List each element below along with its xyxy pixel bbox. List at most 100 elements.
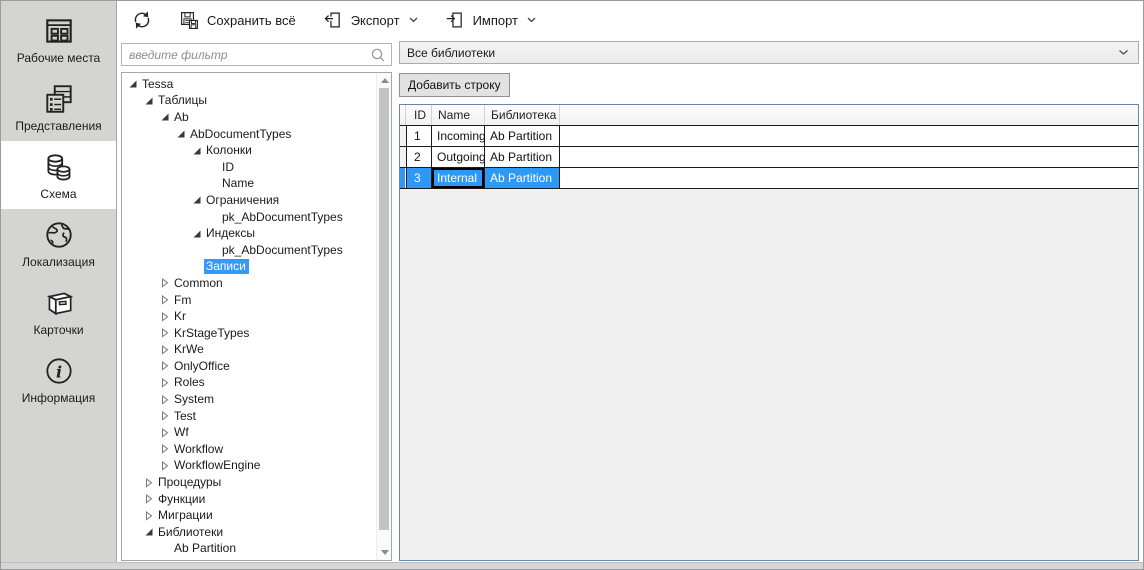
tree-item-krstagetypes[interactable]: KrStageTypes [122, 325, 376, 342]
sidebar-item-label: Карточки [33, 323, 83, 337]
expander-collapsed-icon[interactable] [158, 295, 172, 305]
sidebar-item-label: Рабочие места [17, 51, 100, 65]
expander-expanded-icon[interactable] [142, 527, 156, 537]
tree-item-name[interactable]: Name [122, 176, 376, 193]
tree-item-id[interactable]: ID [122, 159, 376, 176]
expander-collapsed-icon[interactable] [158, 395, 172, 405]
column-header-library[interactable]: Библиотека [485, 105, 560, 125]
expander-collapsed-icon[interactable] [158, 328, 172, 338]
refresh-button[interactable] [125, 5, 159, 35]
tree-scrollbar[interactable] [376, 73, 391, 560]
export-icon [322, 9, 344, 31]
tree-item-ограничения[interactable]: Ограничения [122, 192, 376, 209]
column-header-id[interactable]: ID [406, 105, 432, 125]
expander-collapsed-icon[interactable] [142, 494, 156, 504]
expander-expanded-icon[interactable] [190, 229, 204, 239]
toolbar-button-label: Экспорт [351, 13, 400, 28]
tree-item-system[interactable]: System [122, 391, 376, 408]
tree-item-ab-partition[interactable]: Ab Partition [122, 541, 376, 558]
tree-item-pk-abdocumenttypes[interactable]: pk_AbDocumentTypes [122, 209, 376, 226]
expander-expanded-icon[interactable] [174, 129, 188, 139]
cell-id[interactable]: 3 [406, 168, 432, 188]
expander-collapsed-icon[interactable] [158, 361, 172, 371]
library-filter-combobox[interactable]: Все библиотеки [399, 41, 1139, 64]
expander-collapsed-icon[interactable] [158, 411, 172, 421]
expander-expanded-icon[interactable] [158, 112, 172, 122]
import-button[interactable]: Импорт [438, 5, 542, 35]
tree-item-label: Процедуры [156, 475, 224, 490]
sidebar-item-локализация[interactable]: Локализация [1, 209, 116, 277]
tree-item-abdocumenttypes[interactable]: AbDocumentTypes [122, 126, 376, 143]
expander-expanded-icon[interactable] [142, 96, 156, 106]
datagrid-empty-area [400, 189, 1138, 560]
expander-collapsed-icon[interactable] [158, 461, 172, 471]
add-row-button[interactable]: Добавить строку [399, 73, 510, 97]
tree-item-записи[interactable]: Записи [122, 259, 376, 276]
tree-item-label: Функции [156, 492, 208, 507]
cell-name[interactable]: Outgoing [432, 147, 485, 167]
sidebar-item-рабочие-места[interactable]: Рабочие места [1, 5, 116, 73]
cell-id[interactable]: 1 [406, 126, 432, 146]
sidebar-item-представления[interactable]: Представления [1, 73, 116, 141]
column-header-name[interactable]: Name [432, 105, 485, 125]
expander-collapsed-icon[interactable] [142, 511, 156, 521]
sidebar-item-карточки[interactable]: Карточки [1, 277, 116, 345]
tree-item-ab[interactable]: Ab [122, 109, 376, 126]
tree-item-label: Индексы [204, 226, 258, 241]
table-row[interactable]: 3InternalAb Partition [400, 168, 1138, 189]
tree-item-fm[interactable]: Fm [122, 292, 376, 309]
table-row[interactable]: 2OutgoingAb Partition [400, 147, 1138, 168]
tree-item-tessa[interactable]: Tessa [122, 76, 376, 93]
expander-expanded-icon[interactable] [190, 195, 204, 205]
cell-id[interactable]: 2 [406, 147, 432, 167]
scrollbar-down-arrow[interactable] [377, 545, 392, 560]
tree-item-индексы[interactable]: Индексы [122, 225, 376, 242]
search-icon [370, 47, 386, 63]
cell-library[interactable]: Ab Partition [485, 147, 560, 167]
expander-expanded-icon[interactable] [126, 79, 140, 89]
tree-item-default[interactable]: Default [122, 557, 376, 561]
tree-item-миграции[interactable]: Миграции [122, 507, 376, 524]
filter-input[interactable] [129, 48, 370, 62]
expander-collapsed-icon[interactable] [158, 312, 172, 322]
tree-item-roles[interactable]: Roles [122, 375, 376, 392]
tree-item-common[interactable]: Common [122, 275, 376, 292]
tree-item-wf[interactable]: Wf [122, 424, 376, 441]
tree-item-label: Tessa [140, 77, 176, 92]
tree-item-функции[interactable]: Функции [122, 491, 376, 508]
expander-expanded-icon[interactable] [190, 146, 204, 156]
tree-item-pk-abdocumenttypes[interactable]: pk_AbDocumentTypes [122, 242, 376, 259]
cell-library[interactable]: Ab Partition [485, 126, 560, 146]
tree-item-workflow[interactable]: Workflow [122, 441, 376, 458]
content-area: TessaТаблицыAbAbDocumentTypesКолонкиIDNa… [117, 39, 1143, 562]
export-button[interactable]: Экспорт [316, 5, 424, 35]
table-row[interactable]: 1IncomingAb Partition [400, 126, 1138, 147]
sidebar-item-label: Схема [40, 187, 76, 201]
sidebar-item-схема[interactable]: Схема [1, 141, 116, 209]
tree-item-label: KrStageTypes [172, 326, 252, 341]
cell-name[interactable]: Internal [432, 168, 485, 188]
scrollbar-thumb[interactable] [379, 88, 389, 530]
tree-item-onlyoffice[interactable]: OnlyOffice [122, 358, 376, 375]
sidebar-item-информация[interactable]: iИнформация [1, 345, 116, 413]
tree-item-таблицы[interactable]: Таблицы [122, 93, 376, 110]
expander-collapsed-icon[interactable] [158, 278, 172, 288]
expander-collapsed-icon[interactable] [158, 378, 172, 388]
save-all-button[interactable]: Сохранить всё [173, 6, 302, 35]
tree-item-kr[interactable]: Kr [122, 308, 376, 325]
tree-item-библиотеки[interactable]: Библиотеки [122, 524, 376, 541]
tree-item-krwe[interactable]: KrWe [122, 342, 376, 359]
cell-name[interactable]: Incoming [432, 126, 485, 146]
expander-collapsed-icon[interactable] [158, 444, 172, 454]
expander-collapsed-icon[interactable] [158, 345, 172, 355]
cell-library[interactable]: Ab Partition [485, 168, 560, 188]
expander-collapsed-icon[interactable] [142, 478, 156, 488]
tree-item-процедуры[interactable]: Процедуры [122, 474, 376, 491]
sidebar-item-label: Представления [15, 119, 101, 133]
tree-item-колонки[interactable]: Колонки [122, 142, 376, 159]
expander-collapsed-icon[interactable] [158, 428, 172, 438]
expander-placeholder [206, 212, 220, 222]
tree-item-workflowengine[interactable]: WorkflowEngine [122, 458, 376, 475]
tree-item-test[interactable]: Test [122, 408, 376, 425]
scrollbar-up-arrow[interactable] [377, 73, 392, 88]
